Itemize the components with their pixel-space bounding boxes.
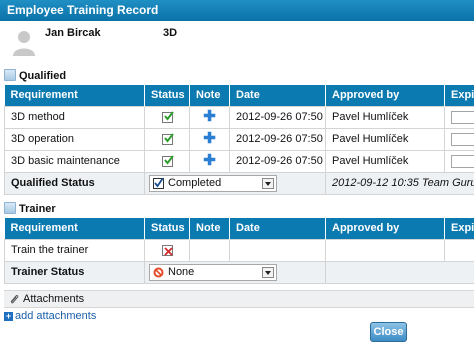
failed-x-icon[interactable] — [161, 244, 173, 256]
section-trainer[interactable]: Trainer — [4, 202, 56, 216]
section-toggle-icon[interactable] — [4, 202, 16, 214]
section-toggle-icon[interactable] — [4, 69, 16, 81]
column-header-note[interactable]: Note — [189, 85, 230, 106]
table-header-row: Requirement Status Note Date Approved by… — [4, 85, 474, 106]
note-cell: ✚ — [189, 149, 230, 173]
trainer-status-value: None — [168, 265, 195, 278]
note-cell: ✚ — [189, 105, 230, 129]
section-trainer-title: Trainer — [19, 203, 56, 215]
attachments-bar[interactable]: Attachments — [4, 290, 474, 308]
add-icon: + — [4, 311, 13, 321]
column-header-note[interactable]: Note — [189, 218, 230, 239]
trainer-status-cell: None — [144, 260, 326, 284]
approved-by-cell — [325, 238, 445, 262]
trainer-table: Requirement Status Note Date Approved by… — [4, 218, 474, 284]
status-cell — [144, 105, 190, 129]
expiration-cell — [444, 127, 474, 151]
date-cell: 2012-09-26 07:50 — [229, 105, 326, 129]
note-cell: ✚ — [189, 127, 230, 151]
column-header-expiration[interactable]: Expira — [444, 85, 474, 106]
column-header-status[interactable]: Status — [144, 85, 190, 106]
requirement-cell: Train the trainer — [4, 238, 145, 262]
checked-icon[interactable] — [161, 132, 174, 145]
qualified-status-row: Qualified Status Completed 2012-09-12 10… — [4, 171, 474, 195]
expiration-input[interactable] — [451, 154, 474, 168]
table-row: Train the trainer — [4, 238, 474, 262]
section-qualified-title: Qualified — [19, 70, 67, 82]
approved-by-cell: Pavel Humlíček — [325, 105, 445, 129]
add-attachments-link[interactable]: + add attachments — [4, 310, 96, 322]
qualified-status-cell: Completed — [144, 171, 326, 195]
window-title: Employee Training Record — [7, 3, 159, 17]
requirement-cell: 3D basic maintenance — [4, 149, 145, 173]
completed-check-icon — [153, 177, 164, 189]
column-header-requirement[interactable]: Requirement — [4, 218, 145, 239]
user-code: 3D — [163, 27, 178, 39]
close-button[interactable]: Close — [370, 322, 407, 342]
column-header-status[interactable]: Status — [144, 218, 190, 239]
qualified-status-value: Completed — [168, 176, 222, 189]
trainer-status-select[interactable]: None — [149, 263, 277, 281]
table-header-row: Requirement Status Note Date Approved by… — [4, 218, 474, 239]
trainer-status-info — [325, 260, 474, 284]
expiration-cell — [444, 105, 474, 129]
date-cell — [229, 238, 326, 262]
qualified-table: Requirement Status Note Date Approved by… — [4, 85, 474, 195]
attachments-label: Attachments — [23, 293, 85, 305]
approved-by-cell: Pavel Humlíček — [325, 127, 445, 151]
chevron-down-icon[interactable] — [262, 177, 274, 189]
chevron-down-icon[interactable] — [262, 266, 274, 278]
trainer-status-row: Trainer Status None — [4, 260, 474, 284]
expiration-input[interactable] — [451, 110, 474, 124]
add-note-icon[interactable]: ✚ — [203, 108, 216, 125]
column-header-requirement[interactable]: Requirement — [4, 85, 145, 106]
window-title-bar: Employee Training Record — [0, 0, 474, 21]
status-cell — [144, 238, 190, 262]
column-header-date[interactable]: Date — [229, 85, 326, 106]
table-row: 3D operation ✚ 2012-09-26 07:50 Pavel Hu… — [4, 127, 474, 151]
user-avatar-icon — [13, 31, 35, 56]
trainer-status-label: Trainer Status — [4, 260, 145, 284]
date-cell: 2012-09-26 07:50 — [229, 149, 326, 173]
add-note-icon[interactable]: ✚ — [203, 152, 216, 169]
qualified-status-label: Qualified Status — [4, 171, 145, 195]
column-header-approved-by[interactable]: Approved by — [325, 218, 445, 239]
add-attachments-label: add attachments — [15, 310, 97, 322]
expiration-cell — [444, 238, 474, 262]
paperclip-icon — [10, 295, 19, 304]
column-header-date[interactable]: Date — [229, 218, 326, 239]
user-name: Jan Bircak — [45, 27, 101, 39]
expiration-input[interactable] — [451, 132, 474, 146]
requirement-cell: 3D method — [4, 105, 145, 129]
column-header-expiration[interactable]: Expira — [444, 218, 474, 239]
section-qualified[interactable]: Qualified — [4, 69, 66, 83]
expiration-cell — [444, 149, 474, 173]
note-cell — [189, 238, 230, 262]
none-prohibited-icon — [153, 267, 164, 277]
status-cell — [144, 149, 190, 173]
checked-icon[interactable] — [161, 110, 174, 123]
date-cell: 2012-09-26 07:50 — [229, 127, 326, 151]
table-row: 3D basic maintenance ✚ 2012-09-26 07:50 … — [4, 149, 474, 173]
add-note-icon[interactable]: ✚ — [203, 130, 216, 147]
requirement-cell: 3D operation — [4, 127, 145, 151]
qualified-status-select[interactable]: Completed — [149, 174, 277, 192]
column-header-approved-by[interactable]: Approved by — [325, 85, 445, 106]
approved-by-cell: Pavel Humlíček — [325, 149, 445, 173]
checked-icon[interactable] — [161, 154, 174, 167]
status-cell — [144, 127, 190, 151]
qualified-status-info: 2012-09-12 10:35 Team Guru — [325, 171, 474, 195]
table-row: 3D method ✚ 2012-09-26 07:50 Pavel Humlí… — [4, 105, 474, 129]
user-row: Jan Bircak 3D — [0, 21, 474, 63]
